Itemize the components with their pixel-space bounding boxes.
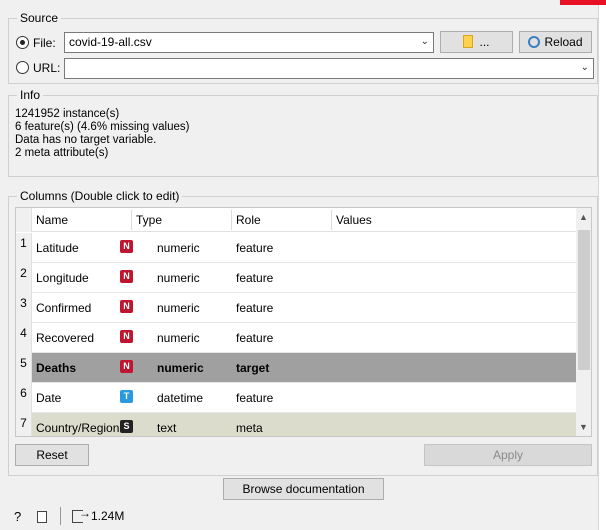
url-radio[interactable] [16, 61, 29, 74]
row-name[interactable]: Date [36, 391, 61, 405]
vertical-scrollbar[interactable]: ▲ ▼ [576, 208, 591, 436]
row-number: 1 [16, 233, 32, 263]
output-arrow-icon: → [79, 506, 91, 520]
row-name[interactable]: Country/Region [36, 421, 119, 435]
scroll-down-icon[interactable]: ▼ [579, 422, 588, 432]
browse-documentation-button[interactable]: Browse documentation datasets [223, 478, 384, 516]
row-role[interactable]: feature [236, 271, 273, 285]
scroll-up-icon[interactable]: ▲ [579, 212, 588, 222]
row-name[interactable]: Recovered [36, 331, 94, 345]
header-divider [331, 210, 332, 230]
row-name[interactable]: Confirmed [36, 301, 91, 315]
row-type[interactable]: datetime [157, 391, 203, 405]
browse-file-button[interactable]: ... [440, 31, 513, 53]
header-divider [231, 210, 232, 230]
close-button-edge[interactable] [560, 0, 606, 5]
info-target: Data has no target variable. [15, 134, 157, 146]
numeric-type-icon: N [120, 240, 133, 253]
reset-label: Reset [36, 448, 68, 462]
row-number: 2 [16, 263, 32, 293]
numeric-type-icon: N [120, 360, 133, 373]
status-divider [60, 507, 61, 525]
info-instances: 1241952 instance(s) [15, 108, 120, 120]
report-icon[interactable] [37, 511, 47, 523]
info-title: Info [17, 88, 44, 102]
apply-button[interactable]: Apply [424, 444, 592, 466]
file-combo-value: covid-19-all.csv [69, 35, 152, 49]
info-meta: 2 meta attribute(s) [15, 147, 109, 159]
table-row[interactable]: 1 Latitude N numeric feature [16, 233, 576, 263]
numeric-type-icon: N [120, 330, 133, 343]
url-label: URL: [33, 61, 61, 75]
table-row[interactable]: 3 Confirmed N numeric feature [16, 293, 576, 323]
header-name[interactable]: Name [36, 213, 68, 227]
table-row[interactable]: 6 Date T datetime feature [16, 383, 576, 413]
row-type[interactable]: numeric [157, 301, 200, 315]
reload-icon [528, 36, 541, 48]
row-type[interactable]: numeric [157, 361, 204, 375]
row-type[interactable]: numeric [157, 271, 200, 285]
datetime-type-icon: T [120, 390, 133, 403]
numeric-type-icon: N [120, 270, 133, 283]
browse-label: ... [479, 35, 490, 49]
columns-table: Name Type Role Values 1 Latitude N numer… [15, 207, 592, 437]
source-title: Source [17, 11, 62, 25]
chevron-down-icon: ⌄ [580, 62, 589, 73]
header-role[interactable]: Role [236, 213, 261, 227]
header-type[interactable]: Type [136, 213, 162, 227]
row-name[interactable]: Deaths [36, 361, 76, 375]
row-role[interactable]: feature [236, 331, 273, 345]
numeric-type-icon: N [120, 300, 133, 313]
chevron-down-icon: ⌄ [420, 36, 429, 47]
file-radio[interactable] [16, 36, 29, 49]
header-corner [16, 208, 32, 232]
scrollbar-thumb[interactable] [578, 230, 590, 370]
reload-button[interactable]: Reload [519, 31, 592, 53]
table-row[interactable]: 7 Country/Region S text meta [16, 413, 576, 436]
file-combo[interactable]: covid-19-all.csv ⌄ [64, 32, 434, 53]
row-number: 3 [16, 293, 32, 323]
window-edge [598, 0, 606, 530]
header-values[interactable]: Values [336, 213, 372, 227]
row-name[interactable]: Latitude [36, 241, 79, 255]
table-header: Name Type Role Values [16, 208, 576, 232]
table-row[interactable]: 4 Recovered N numeric feature [16, 323, 576, 353]
row-type[interactable]: text [157, 421, 176, 435]
row-role[interactable]: feature [236, 301, 273, 315]
reload-label: Reload [544, 35, 583, 49]
row-number: 6 [16, 383, 32, 413]
row-number: 4 [16, 323, 32, 353]
url-combo[interactable]: ⌄ [64, 58, 594, 79]
row-number: 7 [16, 413, 32, 436]
row-number: 5 [16, 353, 32, 383]
table-row-selected[interactable]: 5 Deaths N numeric target [16, 353, 576, 383]
row-role[interactable]: meta [236, 421, 263, 435]
data-size: 1.24M [91, 509, 125, 523]
row-role[interactable]: feature [236, 391, 273, 405]
file-label: File: [33, 36, 56, 50]
header-divider [131, 210, 132, 230]
apply-label: Apply [492, 448, 524, 462]
row-type[interactable]: numeric [157, 331, 200, 345]
folder-icon [463, 35, 474, 48]
table-row[interactable]: 2 Longitude N numeric feature [16, 263, 576, 293]
text-type-icon: S [120, 420, 133, 433]
row-type[interactable]: numeric [157, 241, 200, 255]
row-role[interactable]: feature [236, 241, 273, 255]
columns-title: Columns (Double click to edit) [17, 189, 183, 203]
row-name[interactable]: Longitude [36, 271, 89, 285]
reset-button[interactable]: Reset [15, 444, 89, 466]
info-features: 6 feature(s) (4.6% missing values) [15, 121, 190, 133]
help-icon[interactable]: ? [14, 509, 21, 524]
row-role[interactable]: target [236, 361, 269, 375]
